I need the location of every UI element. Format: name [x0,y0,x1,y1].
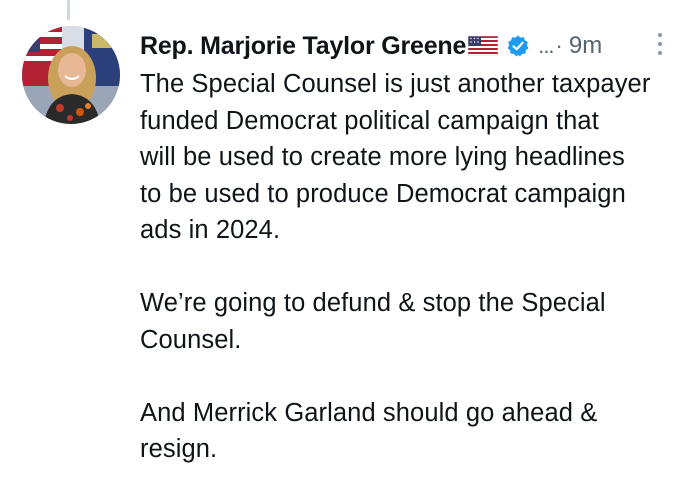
tweet-text-line: The Special Counsel is just another taxp… [140,70,651,98]
paragraph-break [140,249,696,286]
tweet-text-line: And Merrick Garland should go ahead & [140,398,598,427]
avatar[interactable] [22,26,120,124]
tweet-text-line: funded Democrat political campaign that [140,106,599,135]
separator-dot: · [555,33,563,58]
more-options-icon[interactable] [652,30,668,60]
us-flag-icon [468,36,499,56]
tweet-paragraph: We’re going to defund & stop the Special… [140,285,696,358]
paragraph-break [140,358,696,395]
tweet-paragraph: The Special Counsel is just another taxp… [140,66,696,249]
timestamp[interactable]: 9m [569,32,602,60]
tweet-text-line: ads in 2024. [140,216,281,244]
tweet-text-line: will be used to create more lying headli… [140,143,625,171]
tweet-text-line: Counsel. [140,325,242,354]
handle-truncated[interactable]: ... [538,33,554,59]
tweet-text-line: to be used to produce Democrat campaign [140,179,626,208]
verified-icon [506,34,530,58]
avatar-image [22,26,120,124]
tweet-text-line: We’re going to defund & stop the Special [140,289,606,317]
display-name[interactable]: Rep. Marjorie Taylor Greene [140,32,466,61]
tweet-paragraph: And Merrick Garland should go ahead & re… [140,395,696,468]
thread-connector-line [67,0,70,20]
tweet-text-line: resign. [140,435,218,463]
tweet-header: Rep. Marjorie Taylor Greene ... · 9m [140,28,680,64]
tweet-text: The Special Counsel is just another taxp… [140,66,696,468]
